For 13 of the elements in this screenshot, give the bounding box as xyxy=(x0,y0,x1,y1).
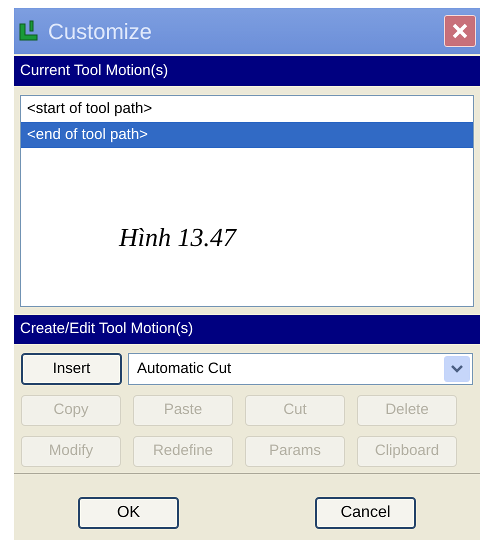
section-title: Create/Edit Tool Motion(s) xyxy=(20,319,194,340)
window-title: Customize xyxy=(48,18,153,46)
figure-caption: Hình 13.47 xyxy=(119,222,236,254)
section-title: Current Tool Motion(s) xyxy=(20,60,168,81)
close-button[interactable] xyxy=(444,15,476,47)
dropdown-value: Automatic Cut xyxy=(136,358,232,379)
ok-button[interactable]: OK xyxy=(78,497,179,529)
list-item[interactable]: <start of tool path> xyxy=(21,96,473,122)
list-item[interactable]: <end of tool path> xyxy=(21,122,473,148)
close-icon xyxy=(451,22,469,40)
insert-button[interactable]: Insert xyxy=(21,353,122,385)
motion-type-dropdown[interactable]: Automatic Cut xyxy=(128,353,473,385)
cancel-button[interactable]: Cancel xyxy=(315,497,416,529)
